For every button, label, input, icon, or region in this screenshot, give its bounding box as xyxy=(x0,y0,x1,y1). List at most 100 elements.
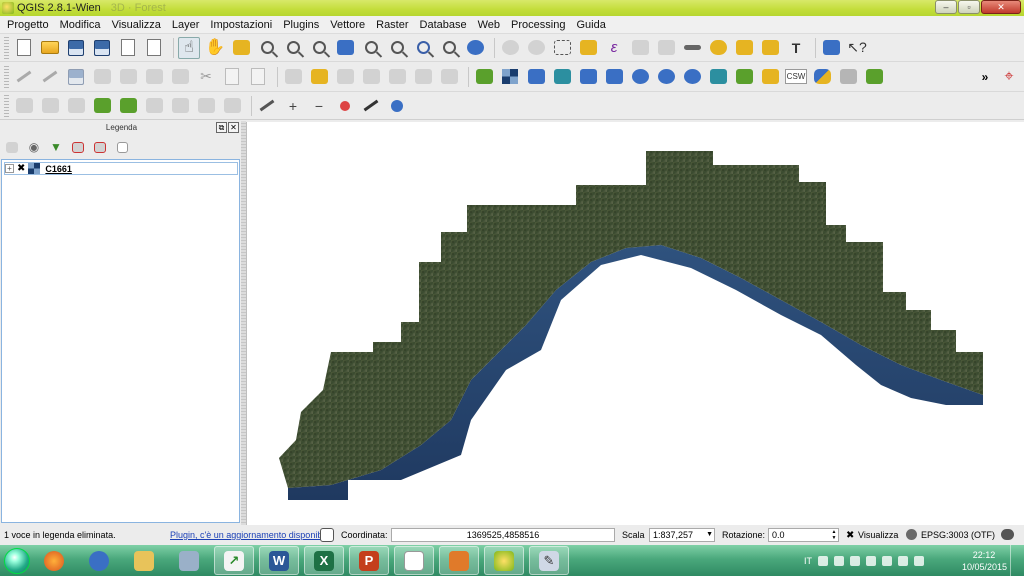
toolbar-handle[interactable] xyxy=(4,36,9,59)
menu-processing[interactable]: Processing xyxy=(506,16,571,34)
clipboard-icon[interactable] xyxy=(914,555,924,566)
render-checkbox[interactable]: ✖ xyxy=(846,530,854,541)
taskbar-outlook[interactable] xyxy=(79,546,119,575)
label-tool-7-button[interactable] xyxy=(438,66,460,88)
expand-layer-icon[interactable]: + xyxy=(5,164,14,173)
zoom-to-layer-button[interactable] xyxy=(386,37,408,59)
remove-layer-button[interactable] xyxy=(114,140,130,154)
close-button[interactable]: ✕ xyxy=(981,0,1021,14)
digitize-4-button[interactable] xyxy=(334,95,356,117)
refresh-button[interactable] xyxy=(464,37,486,59)
save-project-button[interactable] xyxy=(65,37,87,59)
menu-visualizza[interactable]: Visualizza xyxy=(107,16,167,34)
python-console-button[interactable] xyxy=(811,66,833,88)
new-bookmark-button[interactable] xyxy=(733,37,755,59)
add-feature-button[interactable] xyxy=(91,66,113,88)
deselect-button[interactable] xyxy=(577,37,599,59)
add-spatialite-layer-button[interactable] xyxy=(551,66,573,88)
filter-legend-button[interactable]: ▼ xyxy=(48,140,64,154)
node-tool-button[interactable] xyxy=(143,66,165,88)
menu-vettore[interactable]: Vettore xyxy=(325,16,371,34)
undock-panel-button[interactable]: ⧉ xyxy=(216,122,227,133)
show-bookmarks-button[interactable] xyxy=(759,37,781,59)
composer-manager-button[interactable] xyxy=(143,37,165,59)
zoom-next-button[interactable] xyxy=(438,37,460,59)
paste-features-button[interactable] xyxy=(247,66,269,88)
plugin-c-button[interactable] xyxy=(863,66,885,88)
digitize-1-button[interactable] xyxy=(256,95,278,117)
map-tips-button[interactable] xyxy=(707,37,729,59)
taskbar-firefox[interactable] xyxy=(34,546,74,575)
select-features-button[interactable] xyxy=(551,37,573,59)
plugin-update-link[interactable]: Plugin, c'è un aggiornamento disponibile xyxy=(170,530,331,540)
taskbar-word[interactable]: W xyxy=(259,546,299,575)
battery-icon[interactable] xyxy=(866,555,876,566)
save-as-button[interactable] xyxy=(91,37,113,59)
open-attribute-table-button[interactable] xyxy=(629,37,651,59)
zoom-in-button[interactable] xyxy=(256,37,278,59)
action-button[interactable] xyxy=(525,37,547,59)
adv-digitize-5-button[interactable] xyxy=(117,95,139,117)
messages-icon[interactable] xyxy=(1001,529,1014,540)
add-group-button[interactable] xyxy=(4,140,20,154)
taskbar-paint[interactable]: ✎ xyxy=(529,546,569,575)
show-hidden-icons-icon[interactable] xyxy=(818,555,828,566)
menu-progetto[interactable]: Progetto xyxy=(2,16,55,34)
add-wms-layer-button[interactable] xyxy=(629,66,651,88)
network-icon[interactable] xyxy=(834,555,844,566)
whats-this-button[interactable]: ↖? xyxy=(846,37,868,59)
pan-map-button[interactable]: ✋ xyxy=(204,37,226,59)
taskbar-powerpoint[interactable]: P xyxy=(349,546,389,575)
layer-visibility-checkbox[interactable]: ✖ xyxy=(17,163,25,174)
add-raster-layer-button[interactable] xyxy=(499,66,521,88)
measure-button[interactable] xyxy=(681,37,703,59)
menu-database[interactable]: Database xyxy=(415,16,473,34)
cut-features-button[interactable]: ✂ xyxy=(195,66,217,88)
taskbar-chart[interactable]: ↗ xyxy=(214,546,254,575)
zoom-full-button[interactable] xyxy=(334,37,356,59)
minimize-button[interactable]: – xyxy=(935,0,957,14)
label-tool-3-button[interactable] xyxy=(334,66,356,88)
move-feature-button[interactable] xyxy=(117,66,139,88)
add-mssql-layer-button[interactable] xyxy=(577,66,599,88)
toolbar-overflow-button[interactable]: » xyxy=(974,66,996,88)
new-project-button[interactable] xyxy=(13,37,35,59)
adv-digitize-4-button[interactable] xyxy=(91,95,113,117)
add-wfs-layer-button[interactable] xyxy=(681,66,703,88)
taskbar-explorer[interactable] xyxy=(124,546,164,575)
menu-guida[interactable]: Guida xyxy=(571,16,611,34)
layer-row[interactable]: + ✖ C1661 xyxy=(4,162,238,175)
layer-tree[interactable]: + ✖ C1661 xyxy=(1,159,240,523)
zoom-out-button[interactable] xyxy=(282,37,304,59)
adv-digitize-2-button[interactable] xyxy=(39,95,61,117)
copy-features-button[interactable] xyxy=(221,66,243,88)
adv-digitize-8-button[interactable] xyxy=(195,95,217,117)
adv-digitize-1-button[interactable] xyxy=(13,95,35,117)
menu-plugins[interactable]: Plugins xyxy=(278,16,325,34)
add-oracle-layer-button[interactable] xyxy=(603,66,625,88)
touch-zoom-pan-button[interactable]: ☝ xyxy=(178,36,200,59)
digitize-2-button[interactable]: + xyxy=(282,95,304,117)
coordinate-field[interactable]: 1369525,4858516 xyxy=(391,528,615,542)
taskbar-clock[interactable]: 22:12 10/05/2015 xyxy=(962,549,1007,573)
crs-globe-icon[interactable] xyxy=(906,529,917,540)
add-vector-layer-button[interactable] xyxy=(473,66,495,88)
save-edits-button[interactable] xyxy=(65,66,87,88)
label-tool-1-button[interactable] xyxy=(282,66,304,88)
digitize-3-button[interactable]: − xyxy=(308,95,330,117)
pan-to-selection-button[interactable] xyxy=(230,37,252,59)
menu-layer[interactable]: Layer xyxy=(167,16,206,34)
add-csw-button[interactable]: CSW xyxy=(784,66,808,88)
start-button[interactable] xyxy=(0,545,34,576)
chevron-down-icon[interactable]: ▼ xyxy=(706,529,713,541)
label-tool-2-button[interactable] xyxy=(308,66,330,88)
zoom-to-selection-button[interactable] xyxy=(360,37,382,59)
text-annotation-button[interactable]: T xyxy=(785,37,807,59)
manage-visibility-button[interactable]: ◉ xyxy=(26,140,42,154)
volume-icon[interactable] xyxy=(898,555,908,566)
scale-combobox[interactable]: 1:837,257 ▼ xyxy=(649,528,715,542)
open-project-button[interactable] xyxy=(39,37,61,59)
rotation-spinbox[interactable]: 0.0 ▲ ▼ xyxy=(768,528,839,542)
field-calculator-button[interactable]: ε xyxy=(603,37,625,59)
current-edits-button[interactable] xyxy=(13,66,35,88)
